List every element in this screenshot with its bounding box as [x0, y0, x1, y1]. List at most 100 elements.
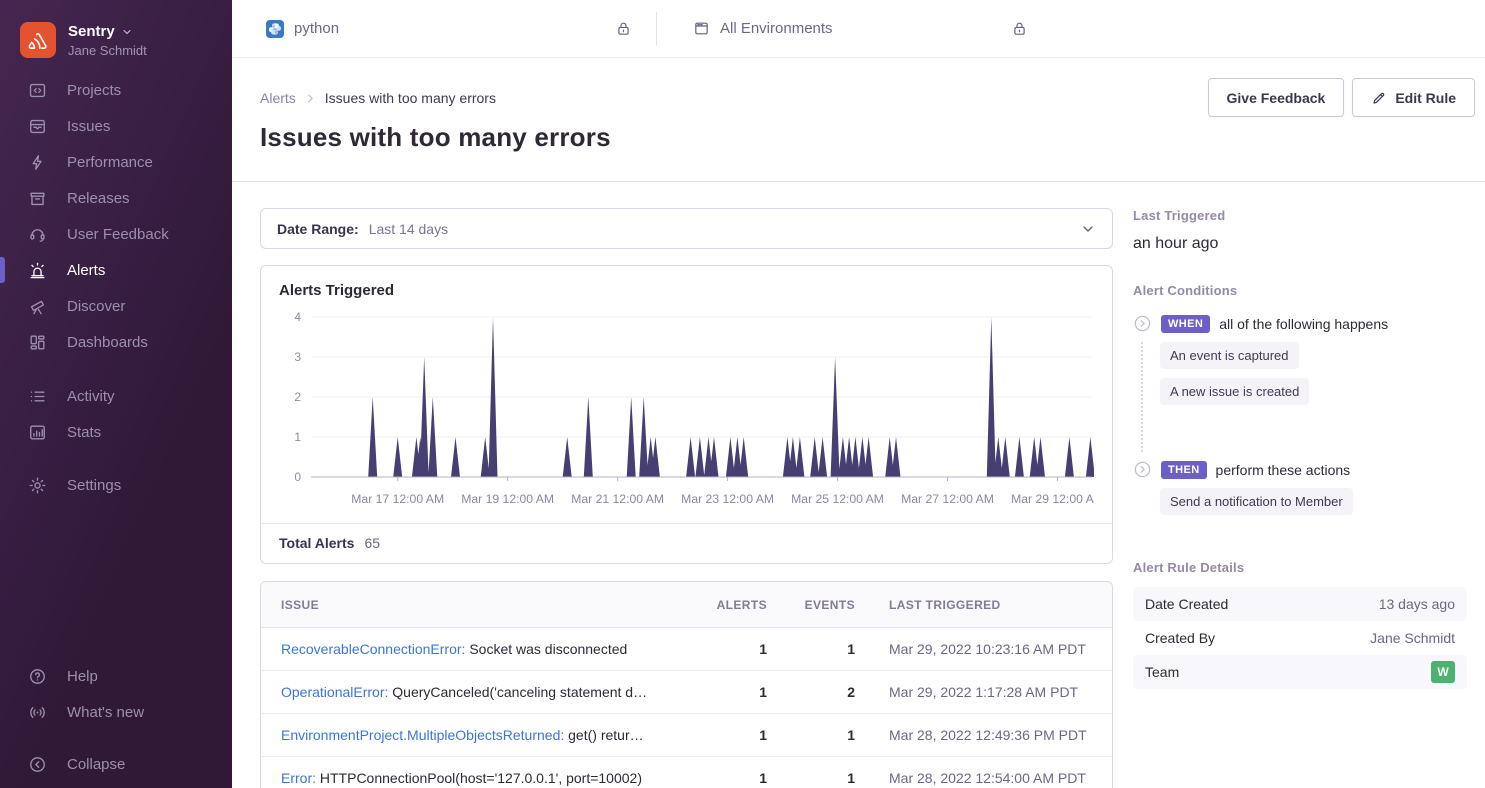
sidebar-item-label: Issues [67, 118, 110, 135]
last-triggered-timestamp: Mar 29, 2022 1:17:28 AM PDT [855, 684, 1092, 700]
date-range-value: Last 14 days [369, 221, 448, 237]
table-row[interactable]: RecoverableConnectionError: Socket was d… [261, 628, 1112, 671]
issues-table-header: ISSUEALERTSEVENTSLAST TRIGGERED [261, 582, 1112, 628]
team-avatar-badge[interactable]: W [1431, 661, 1455, 683]
issues-table: ISSUEALERTSEVENTSLAST TRIGGERED Recovera… [260, 581, 1113, 788]
lock-icon[interactable] [615, 20, 632, 37]
detail-row-created-by: Created ByJane Schmidt [1133, 621, 1467, 655]
main-area: python All Environments Alerts Issues wi [232, 0, 1485, 788]
detail-row-date-created: Date Created13 days ago [1133, 587, 1467, 621]
sidebar-item-user-feedback[interactable]: User Feedback [0, 216, 232, 252]
alert-rule-details: Date Created13 days agoCreated ByJane Sc… [1133, 587, 1467, 689]
sidebar-item-dashboards[interactable]: Dashboards [0, 324, 232, 360]
detail-label: Team [1145, 664, 1179, 680]
events-count: 1 [767, 641, 855, 657]
events-count: 2 [767, 684, 855, 700]
sidebar-item-performance[interactable]: Performance [0, 144, 232, 180]
issue-type-link[interactable]: EnvironmentProject.MultipleObjectsReturn… [281, 727, 564, 743]
page-header: Alerts Issues with too many errors Issue… [232, 58, 1485, 182]
breadcrumb-current: Issues with too many errors [325, 90, 496, 106]
user-feedback-icon [28, 225, 47, 244]
environment-selector[interactable]: All Environments [693, 20, 833, 37]
sidebar-item-issues[interactable]: Issues [0, 108, 232, 144]
svg-text:4: 4 [294, 310, 301, 324]
activity-icon [28, 387, 47, 406]
issue-type-link[interactable]: Error: [281, 770, 316, 786]
sidebar-item-help[interactable]: Help [0, 658, 232, 694]
sidebar-item-label: What's new [67, 704, 144, 721]
issue-detail: QueryCanceled('canceling statement d… [392, 684, 647, 700]
condition-item: An event is captured [1160, 342, 1299, 369]
settings-icon [28, 476, 47, 495]
column-header-alerts: ALERTS [677, 598, 767, 612]
sidebar-item-collapse[interactable]: Collapse [0, 746, 232, 782]
alerts-chart-card: Alerts Triggered 01234Mar 17 12:00 AMMar… [260, 265, 1113, 564]
sidebar-item-label: Help [67, 668, 98, 685]
help-icon [28, 667, 47, 686]
give-feedback-button[interactable]: Give Feedback [1208, 78, 1345, 117]
svg-text:Mar 23 12:00 AM: Mar 23 12:00 AM [681, 492, 774, 506]
svg-text:1: 1 [294, 430, 301, 444]
sidebar-item-activity[interactable]: Activity [0, 378, 232, 414]
dashboards-icon [28, 333, 47, 352]
sidebar-item-discover[interactable]: Discover [0, 288, 232, 324]
condition-badge: THEN [1161, 461, 1207, 479]
org-switcher[interactable]: Sentry Jane Schmidt [0, 0, 232, 58]
detail-value: Jane Schmidt [1370, 630, 1455, 646]
nav-settings: Settings [0, 467, 232, 503]
sidebar-item-label: Releases [67, 190, 130, 207]
last-triggered-value: an hour ago [1133, 235, 1467, 253]
alerts-count: 1 [677, 641, 767, 657]
lock-icon[interactable] [1011, 20, 1028, 37]
table-row[interactable]: EnvironmentProject.MultipleObjectsReturn… [261, 714, 1112, 757]
sidebar-item-releases[interactable]: Releases [0, 180, 232, 216]
sidebar-item-label: Dashboards [67, 334, 148, 351]
content: Date Range: Last 14 days Alerts Triggere… [232, 182, 1485, 788]
sidebar-item-alerts[interactable]: Alerts [0, 252, 232, 288]
last-triggered-timestamp: Mar 28, 2022 12:49:36 PM PDT [855, 727, 1092, 743]
environments-icon [693, 20, 710, 37]
sidebar-item-what-s-new[interactable]: What's new [0, 694, 232, 730]
events-count: 1 [767, 727, 855, 743]
condition-item: Send a notification to Member [1160, 488, 1353, 515]
sidebar-item-settings[interactable]: Settings [0, 467, 232, 503]
nav-main: Projects Issues Performance Releases User Fe… [0, 72, 232, 360]
last-triggered-heading: Last Triggered [1133, 208, 1467, 223]
stats-icon [28, 423, 47, 442]
alert-conditions-heading: Alert Conditions [1133, 283, 1467, 298]
alerts-count: 1 [677, 684, 767, 700]
sidebar-item-label: Projects [67, 82, 121, 99]
date-range-select[interactable]: Date Range: Last 14 days [260, 208, 1113, 249]
environment-name: All Environments [720, 20, 833, 37]
issue-type-link[interactable]: OperationalError: [281, 684, 388, 700]
last-triggered-timestamp: Mar 29, 2022 10:23:16 AM PDT [855, 641, 1092, 657]
sidebar-item-label: Stats [67, 424, 101, 441]
svg-text:Mar 25 12:00 AM: Mar 25 12:00 AM [791, 492, 884, 506]
issue-detail: get() retur… [568, 727, 643, 743]
alerts-count: 1 [677, 727, 767, 743]
condition-group-when: WHENall of the following happensAn event… [1133, 314, 1467, 416]
edit-rule-button[interactable]: Edit Rule [1352, 78, 1475, 117]
sidebar-item-label: Settings [67, 477, 121, 494]
svg-text:Mar 19 12:00 AM: Mar 19 12:00 AM [461, 492, 554, 506]
chevron-down-icon [1080, 221, 1096, 237]
breadcrumb-alerts-link[interactable]: Alerts [260, 90, 296, 106]
sidebar-item-projects[interactable]: Projects [0, 72, 232, 108]
svg-text:Mar 17 12:00 AM: Mar 17 12:00 AM [351, 492, 444, 506]
table-row[interactable]: Error: HTTPConnectionPool(host='127.0.0.… [261, 757, 1112, 788]
performance-icon [28, 153, 47, 172]
svg-text:0: 0 [294, 470, 301, 484]
collapse-icon [28, 755, 47, 774]
issue-cell: RecoverableConnectionError: Socket was d… [281, 641, 677, 657]
condition-badge: WHEN [1161, 315, 1210, 333]
last-triggered-timestamp: Mar 28, 2022 12:54:00 AM PDT [855, 770, 1092, 786]
alert-rule-details-heading: Alert Rule Details [1133, 560, 1467, 575]
nav-footer: Help What's new [0, 658, 232, 730]
project-selector[interactable]: python [266, 20, 656, 38]
total-alerts-label: Total Alerts [279, 535, 354, 551]
nav-collapse: Collapse [0, 746, 232, 782]
table-row[interactable]: OperationalError: QueryCanceled('canceli… [261, 671, 1112, 714]
issue-type-link[interactable]: RecoverableConnectionError: [281, 641, 465, 657]
alerts-count: 1 [677, 770, 767, 786]
sidebar-item-stats[interactable]: Stats [0, 414, 232, 450]
